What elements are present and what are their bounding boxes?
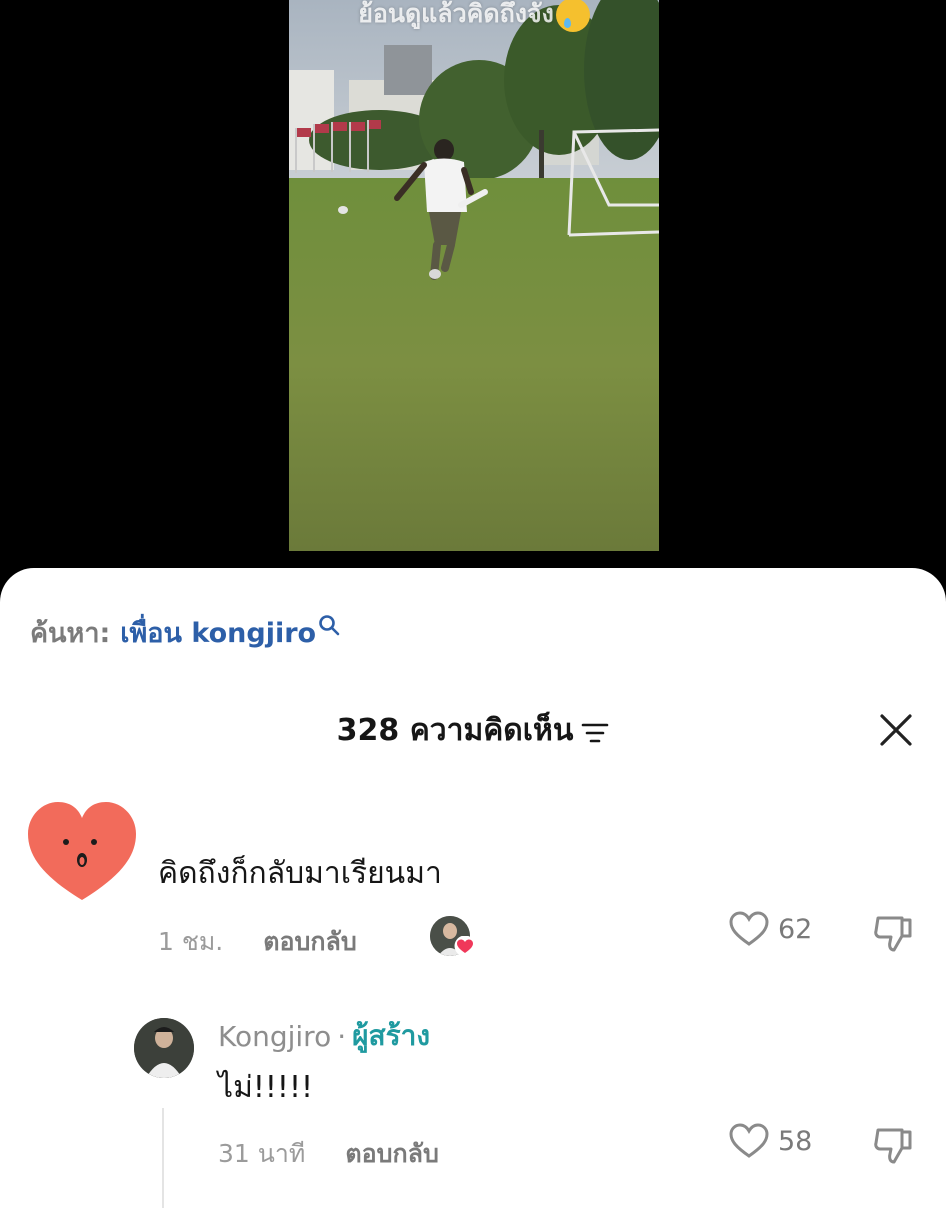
sort-icon[interactable] <box>581 722 609 744</box>
reply-meta: 31 นาที ตอบกลับ <box>218 1134 439 1174</box>
reply-like-count: 58 <box>778 1125 813 1157</box>
close-icon[interactable] <box>878 712 914 748</box>
heart-outline-icon <box>729 911 769 946</box>
reply-author-line: Kongjiro · ผู้สร้าง <box>218 1014 430 1058</box>
comment-meta: 1 ชม. ตอบกลับ <box>158 922 357 962</box>
search-icon <box>319 615 340 636</box>
like-button[interactable]: 62 <box>728 910 812 948</box>
reply-author-name[interactable]: Kongjiro <box>218 1020 331 1053</box>
reply-like-button[interactable]: 58 <box>728 1122 812 1160</box>
like-count: 62 <box>778 913 813 945</box>
thread-line <box>162 1108 164 1208</box>
thumbs-down-icon[interactable] <box>872 1124 916 1166</box>
reply-text: ไม่!!!!! <box>218 1070 313 1105</box>
reply-button[interactable]: ตอบกลับ <box>263 922 356 962</box>
thumbs-down-icon[interactable] <box>872 912 916 954</box>
comments-header: 328 ความคิดเห็น <box>0 708 946 752</box>
heart-icon <box>454 936 476 956</box>
reply-button[interactable]: ตอบกลับ <box>345 1134 438 1174</box>
search-prefix: ค้นหา: <box>30 617 111 649</box>
liked-by-creator-badge <box>430 916 478 960</box>
video-player[interactable]: ย้อนดูแล้วคิดถึงจัง <box>289 0 659 551</box>
creator-avatar[interactable] <box>134 1018 194 1078</box>
comment-text: คิดถึงก็กลับมาเรียนมา <box>158 856 442 891</box>
comments-sheet: ค้นหา: เพื่อน kongjiro 328 ความคิดเห็น ค… <box>0 568 946 1208</box>
comments-count-title: 328 ความคิดเห็น <box>336 712 574 748</box>
face-holding-back-tears-icon <box>555 0 590 32</box>
avatar[interactable] <box>26 800 138 904</box>
video-caption: ย้อนดูแล้วคิดถึงจัง <box>289 0 659 34</box>
creator-badge: ผู้สร้าง <box>352 1019 431 1052</box>
comment-time: 1 ชม. <box>158 927 224 956</box>
video-frame-image <box>289 0 659 551</box>
search-query-link[interactable]: เพื่อน kongjiro <box>120 611 316 654</box>
heart-outline-icon <box>729 1123 769 1158</box>
reply-time: 31 นาที <box>218 1139 306 1168</box>
author-separator: · <box>337 1019 347 1053</box>
search-suggestion[interactable]: ค้นหา: เพื่อน kongjiro <box>30 612 340 652</box>
